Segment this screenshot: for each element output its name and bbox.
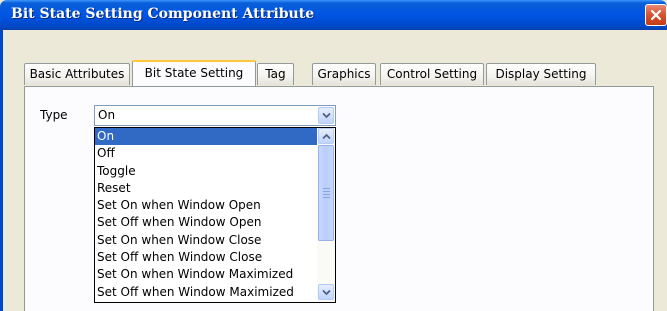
type-option[interactable]: Off bbox=[95, 145, 317, 162]
type-select-dropdown-button[interactable] bbox=[318, 107, 334, 124]
type-option[interactable]: Set Off when Window Close bbox=[95, 249, 317, 266]
close-button[interactable] bbox=[645, 4, 667, 26]
type-dropdown-list: On Off Toggle Reset Set On when Window O… bbox=[94, 127, 336, 303]
type-option[interactable]: Set Off when Window Maximized bbox=[95, 284, 317, 301]
tab-tag[interactable]: Tag bbox=[257, 63, 294, 85]
type-option[interactable]: Reset bbox=[95, 180, 317, 197]
title-bar: Bit State Setting Component Attribute bbox=[0, 0, 667, 30]
type-select[interactable]: On bbox=[94, 105, 336, 126]
type-option[interactable]: Set On when Window Close bbox=[95, 232, 317, 249]
scroll-up-button[interactable] bbox=[318, 128, 334, 144]
type-options: On Off Toggle Reset Set On when Window O… bbox=[95, 128, 317, 302]
type-option[interactable]: Set Off when Window Open bbox=[95, 214, 317, 231]
scroll-down-icon bbox=[322, 289, 331, 296]
tab-basic-attributes[interactable]: Basic Attributes bbox=[24, 63, 130, 85]
tab-display-setting[interactable]: Display Setting bbox=[486, 63, 596, 85]
thumb-grip bbox=[323, 188, 330, 189]
window-title: Bit State Setting Component Attribute bbox=[11, 6, 315, 22]
scroll-up-icon bbox=[322, 133, 331, 140]
type-option[interactable]: On bbox=[95, 128, 317, 146]
close-icon bbox=[650, 9, 662, 21]
thumb-grip bbox=[323, 197, 330, 198]
scroll-thumb[interactable] bbox=[318, 145, 334, 241]
type-label: Type bbox=[40, 108, 68, 122]
type-option[interactable]: Toggle bbox=[95, 163, 317, 180]
tab-graphics[interactable]: Graphics bbox=[312, 63, 376, 85]
type-option[interactable]: Set On when Window Open bbox=[95, 197, 317, 214]
type-select-value: On bbox=[98, 108, 116, 122]
tab-control-setting[interactable]: Control Setting bbox=[380, 63, 484, 85]
tab-bit-state-setting[interactable]: Bit State Setting bbox=[132, 60, 256, 86]
dropdown-scrollbar[interactable] bbox=[317, 128, 335, 302]
thumb-grip bbox=[323, 191, 330, 192]
chevron-down-icon bbox=[322, 112, 331, 119]
thumb-grip bbox=[323, 194, 330, 195]
scroll-down-button[interactable] bbox=[318, 284, 334, 300]
type-option[interactable]: Set On when Window Maximized bbox=[95, 266, 317, 283]
